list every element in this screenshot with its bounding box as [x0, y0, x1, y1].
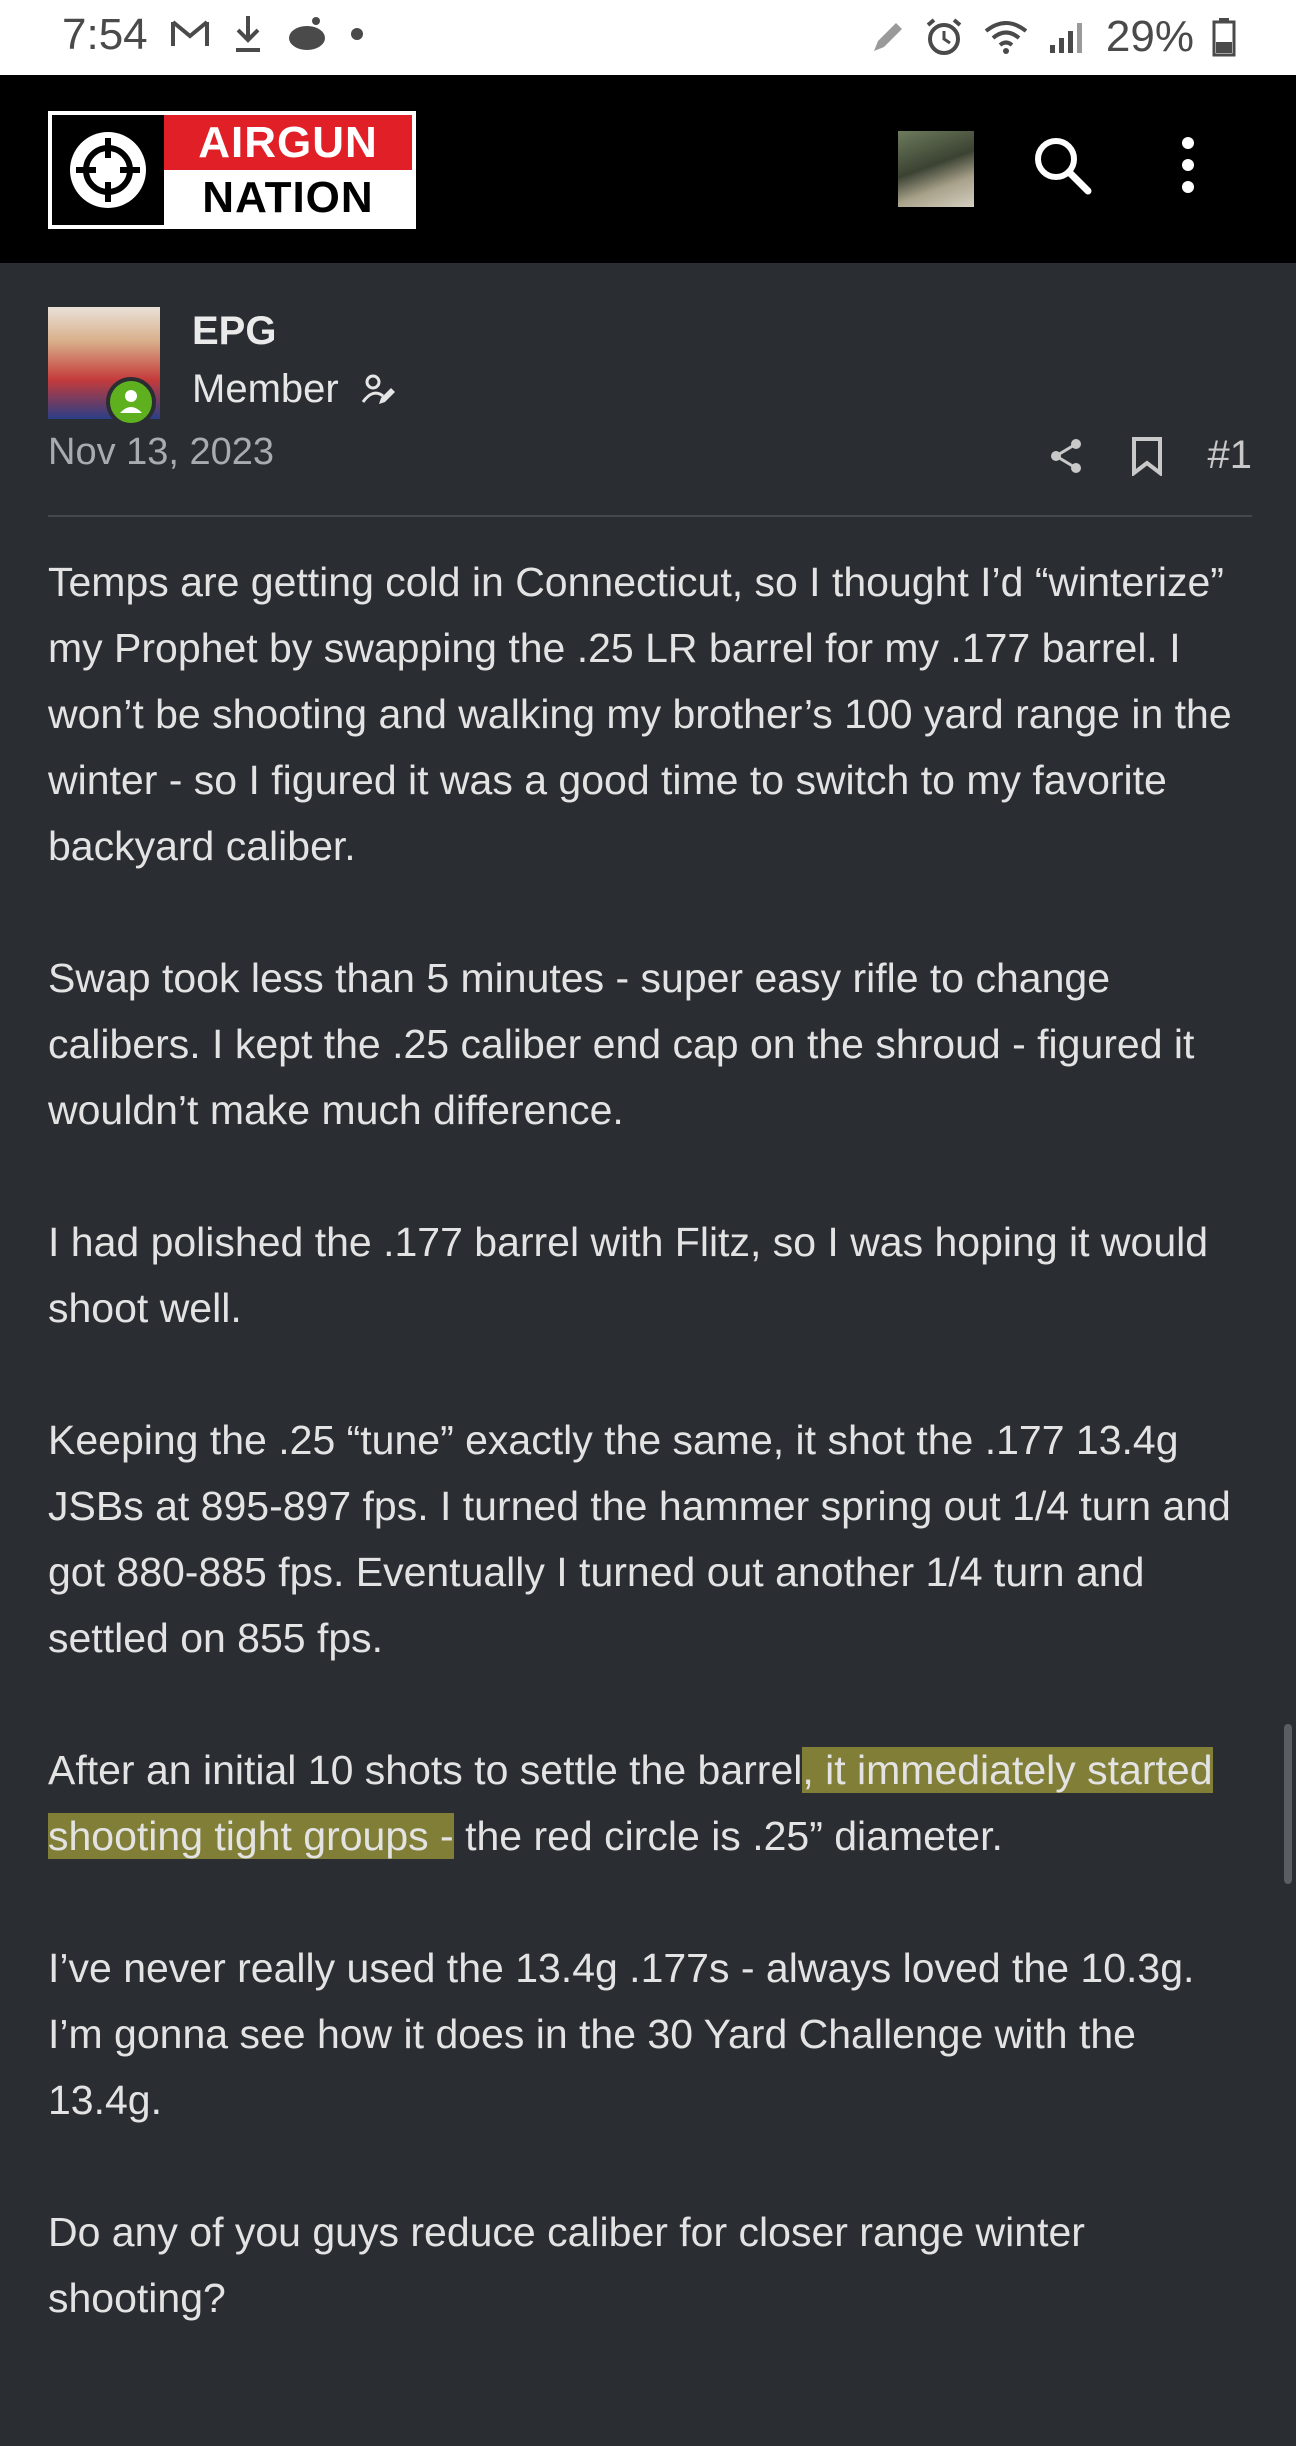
share-icon[interactable]	[1046, 436, 1086, 476]
post-paragraph-6: I’ve never really used the 13.4g .177s -…	[48, 1945, 1195, 2123]
search-icon[interactable]	[1030, 133, 1094, 197]
post-body: Temps are getting cold in Connecticut, s…	[48, 549, 1258, 2397]
author-name[interactable]: EPG	[192, 309, 276, 354]
dot-icon	[351, 28, 363, 40]
battery-percent: 29%	[1105, 12, 1194, 61]
logo-text-airgun: AIRGUN	[164, 115, 412, 170]
site-header: AIRGUN NATION	[0, 75, 1296, 263]
bookmark-icon[interactable]	[1130, 436, 1164, 476]
battery-icon	[1212, 18, 1236, 57]
post-number-link[interactable]: #1	[1208, 433, 1253, 478]
post-paragraph-2: Swap took less than 5 minutes - super ea…	[48, 955, 1195, 1133]
status-left-icons	[170, 14, 364, 54]
more-options-icon[interactable]	[1172, 133, 1204, 197]
post-paragraph-1: Temps are getting cold in Connecticut, s…	[48, 559, 1232, 869]
pen-icon	[873, 23, 902, 51]
post-paragraph-4: Keeping the .25 “tune” exactly the same,…	[48, 1417, 1231, 1661]
status-right-icons: 29%	[870, 12, 1236, 62]
status-time: 7:54	[62, 10, 148, 59]
post-paragraph-5-start: After an initial 10 shots to settle the …	[48, 1747, 803, 1793]
post-paragraph-5: After an initial 10 shots to settle the …	[48, 1737, 1258, 1869]
author-role: Member	[192, 367, 397, 412]
online-status-icon	[106, 377, 156, 427]
crosshair-icon	[52, 115, 164, 225]
post-paragraph-7: Do any of you guys reduce caliber for cl…	[48, 2209, 1085, 2321]
airgun-nation-logo[interactable]: AIRGUN NATION	[48, 111, 416, 229]
post-paragraph-3: I had polished the .177 barrel with Flit…	[48, 1219, 1209, 1331]
download-icon	[236, 16, 260, 52]
post-actions: #1	[1046, 433, 1253, 478]
alarm-icon	[926, 18, 962, 55]
post-paragraph-5-end: the red circle is .25” diameter.	[453, 1813, 1003, 1859]
post-date[interactable]: Nov 13, 2023	[48, 431, 274, 474]
reddit-icon	[289, 17, 325, 50]
page-scrollbar[interactable]	[1284, 1724, 1292, 1884]
author-role-label: Member	[192, 367, 339, 411]
gmail-icon	[171, 20, 209, 46]
signal-icon	[1049, 23, 1082, 53]
status-bar: 7:54 29%	[0, 0, 1296, 75]
post-divider	[48, 515, 1252, 517]
wifi-icon	[984, 21, 1028, 54]
logo-text-nation: NATION	[164, 170, 412, 225]
user-edit-icon	[361, 374, 395, 404]
user-avatar[interactable]	[898, 131, 974, 207]
